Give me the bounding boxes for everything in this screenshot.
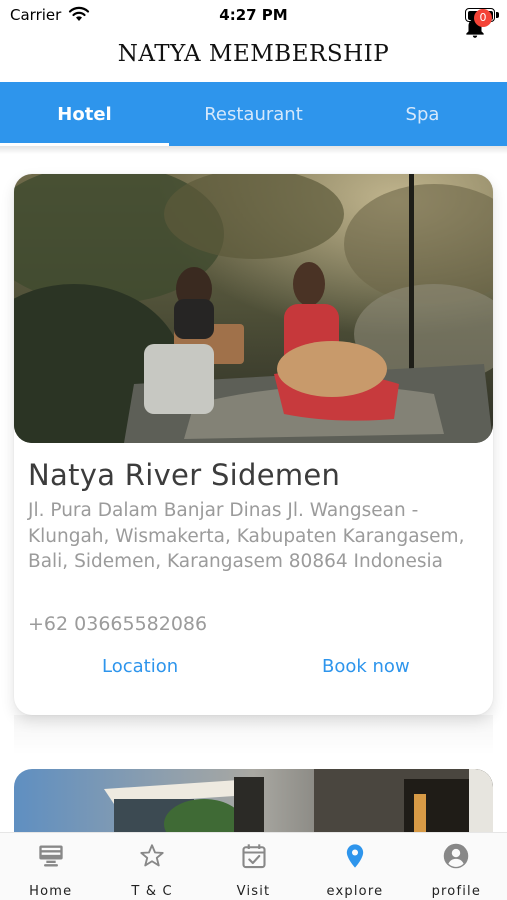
tab-shadow bbox=[0, 146, 507, 154]
calendar-check-icon bbox=[241, 844, 266, 869]
monitor-icon bbox=[39, 845, 63, 867]
nav-terms[interactable]: T & C bbox=[101, 833, 202, 900]
hotel-phone[interactable]: +62 03665582086 bbox=[28, 613, 207, 635]
nav-explore-label: explore bbox=[326, 884, 384, 899]
bottom-navigation: Home T & C Visit explore profile bbox=[0, 832, 507, 900]
notification-badge[interactable]: 0 bbox=[474, 9, 492, 27]
nav-visit-label: Visit bbox=[236, 884, 271, 899]
category-tabs: Hotel Restaurant Spa bbox=[0, 82, 507, 146]
nav-terms-label: T & C bbox=[131, 884, 173, 899]
account-circle-icon bbox=[444, 843, 469, 869]
nav-profile-label: profile bbox=[431, 884, 482, 899]
hotel-card[interactable]: Natya River Sidemen Jl. Pura Dalam Banja… bbox=[14, 174, 493, 715]
star-icon bbox=[140, 844, 164, 867]
tab-spa[interactable]: Spa bbox=[338, 82, 507, 146]
clock: 4:27 PM bbox=[219, 6, 288, 24]
app-header: NATYA MEMBERSHIP bbox=[0, 30, 507, 82]
page-title: NATYA MEMBERSHIP bbox=[117, 41, 390, 67]
book-now-button[interactable]: Book now bbox=[322, 656, 410, 677]
location-pin-icon bbox=[346, 844, 364, 868]
status-bar: Carrier 4:27 PM bbox=[0, 0, 507, 30]
location-button[interactable]: Location bbox=[102, 656, 178, 677]
tab-restaurant[interactable]: Restaurant bbox=[169, 82, 338, 146]
card-actions: Location Book now bbox=[14, 656, 493, 686]
hotel-address: Jl. Pura Dalam Banjar Dinas Jl. Wangsean… bbox=[28, 500, 465, 572]
card-shade bbox=[14, 715, 493, 755]
battery-tip bbox=[496, 12, 499, 18]
nav-explore[interactable]: explore bbox=[304, 833, 405, 900]
tab-hotel[interactable]: Hotel bbox=[0, 82, 169, 146]
nav-home-label: Home bbox=[29, 884, 73, 899]
nav-profile[interactable]: profile bbox=[406, 833, 507, 900]
hotel-photo bbox=[14, 174, 493, 443]
nav-home[interactable]: Home bbox=[0, 833, 101, 900]
hotel-name: Natya River Sidemen bbox=[28, 458, 341, 492]
nav-visit[interactable]: Visit bbox=[203, 833, 304, 900]
hotel-card-next[interactable] bbox=[14, 769, 493, 839]
